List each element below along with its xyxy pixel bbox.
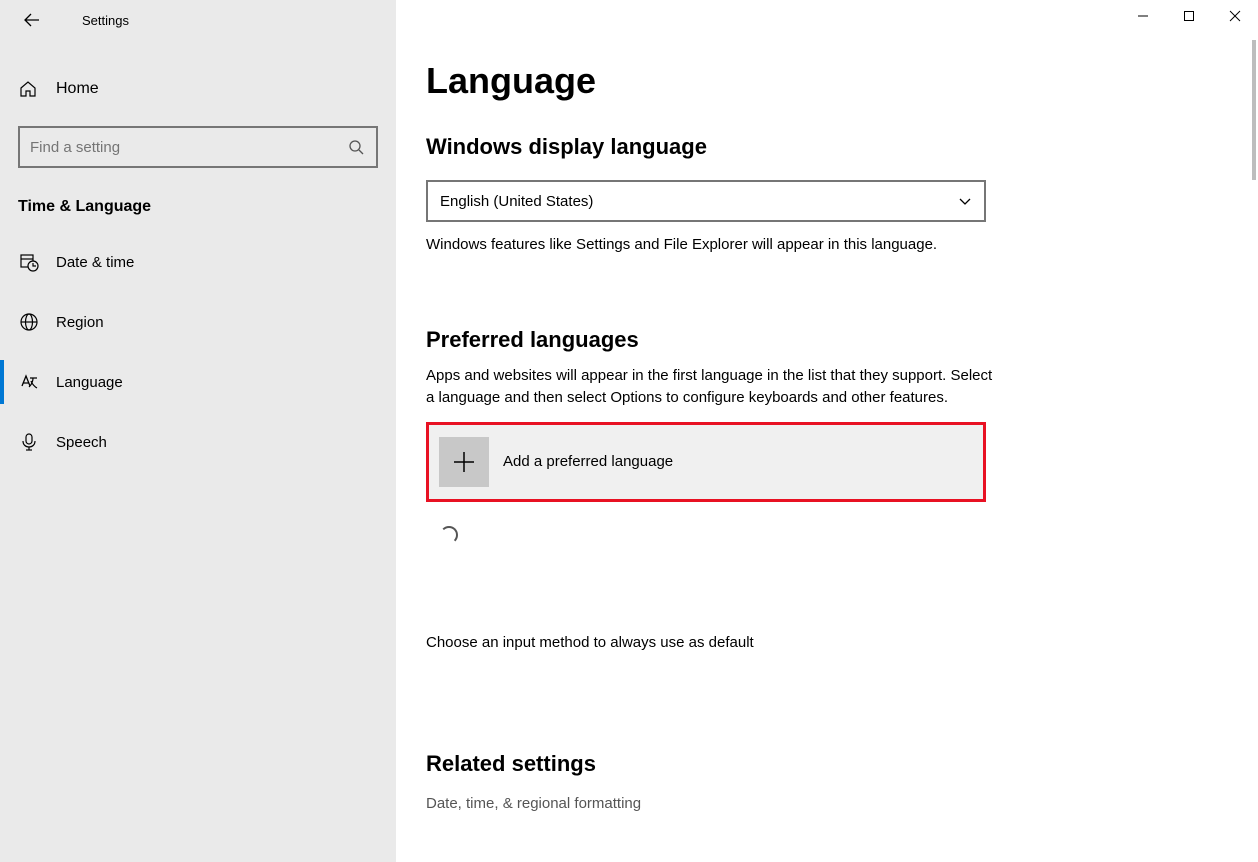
chevron-down-icon (958, 194, 972, 208)
sidebar-item-speech[interactable]: Speech (0, 412, 396, 472)
loading-spinner (440, 526, 458, 544)
plus-icon (439, 437, 489, 487)
main-content: Language Windows display language Englis… (396, 0, 1258, 862)
related-settings-title: Related settings (426, 751, 1258, 777)
titlebar: Settings (0, 0, 396, 40)
display-language-value: English (United States) (440, 193, 593, 210)
maximize-button[interactable] (1166, 0, 1212, 32)
close-button[interactable] (1212, 0, 1258, 32)
search-box[interactable] (18, 126, 378, 168)
sidebar-item-label: Date & time (56, 254, 134, 271)
sidebar-item-label: Language (56, 374, 123, 391)
home-icon (18, 80, 38, 98)
scrollbar[interactable] (1252, 40, 1256, 180)
language-icon (18, 372, 40, 392)
microphone-icon (18, 432, 40, 452)
display-language-desc: Windows features like Settings and File … (426, 234, 966, 257)
minimize-icon (1137, 10, 1149, 22)
sidebar-item-region[interactable]: Region (0, 292, 396, 352)
preferred-languages-title: Preferred languages (426, 327, 1258, 353)
input-method-link[interactable]: Choose an input method to always use as … (426, 634, 1258, 651)
page-title: Language (426, 60, 1258, 102)
app-title: Settings (82, 13, 129, 28)
sidebar-item-date-time[interactable]: Date & time (0, 232, 396, 292)
search-input[interactable] (30, 139, 346, 156)
category-title: Time & Language (0, 168, 396, 232)
home-label: Home (56, 80, 99, 98)
search-icon (346, 139, 366, 155)
sidebar: Settings Home Time & Language Date & tim… (0, 0, 396, 862)
sidebar-item-label: Speech (56, 434, 107, 451)
sidebar-item-label: Region (56, 314, 104, 331)
close-icon (1229, 10, 1241, 22)
display-language-dropdown[interactable]: English (United States) (426, 180, 986, 222)
maximize-icon (1183, 10, 1195, 22)
display-language-title: Windows display language (426, 134, 1258, 160)
add-preferred-language-label: Add a preferred language (503, 453, 673, 470)
window-controls (1120, 0, 1258, 32)
back-button[interactable] (18, 6, 46, 34)
minimize-button[interactable] (1120, 0, 1166, 32)
sidebar-item-language[interactable]: Language (0, 352, 396, 412)
add-preferred-language-button[interactable]: Add a preferred language (426, 422, 986, 502)
related-settings-item[interactable]: Date, time, & regional formatting (426, 795, 1258, 812)
home-nav[interactable]: Home (0, 68, 396, 110)
globe-icon (18, 312, 40, 332)
preferred-languages-desc: Apps and websites will appear in the fir… (426, 365, 996, 410)
calendar-clock-icon (18, 252, 40, 272)
back-arrow-icon (24, 12, 40, 28)
